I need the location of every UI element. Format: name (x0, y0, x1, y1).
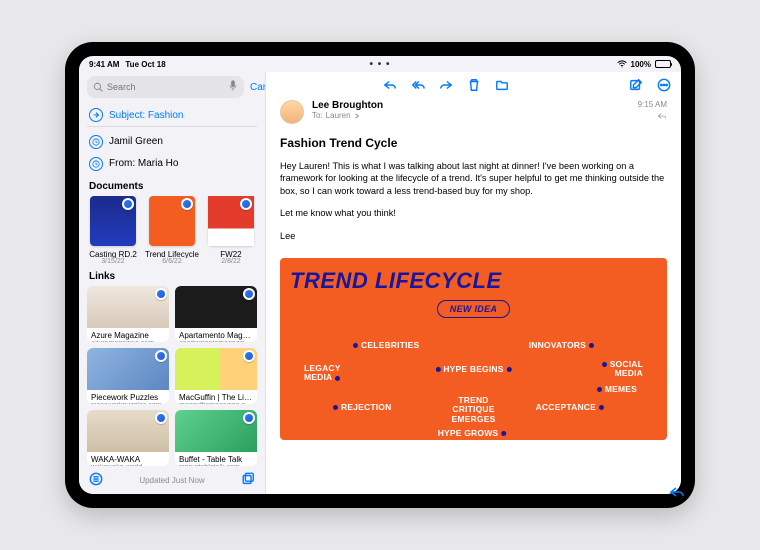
clock-icon (89, 157, 103, 171)
app-badge-icon (155, 288, 167, 300)
flowchart-chip: NEW IDEA (437, 300, 510, 318)
recipients-row[interactable]: To: Lauren (312, 111, 630, 120)
search-suggestion-person[interactable]: Jamil Green (87, 131, 257, 153)
move-folder-icon[interactable] (495, 78, 509, 92)
search-suggestion-from[interactable]: From: Maria Ho (87, 153, 257, 175)
app-badge-icon (155, 350, 167, 362)
filter-label: Jamil Green (109, 136, 163, 147)
app-badge-icon (243, 288, 255, 300)
app-badge-icon (155, 412, 167, 424)
sender-name[interactable]: Lee Broughton (312, 100, 630, 111)
flowchart-node: LEGACY MEDIA (304, 364, 352, 383)
link-item[interactable]: Buffet - Table Talkpinourtabletalk.com (175, 410, 257, 466)
link-item[interactable]: Piecework Puzzlespieceworkpuzzles.com (87, 348, 169, 404)
multitask-dots-icon[interactable]: • • • (369, 59, 390, 70)
status-time: 9:41 AM (89, 60, 119, 69)
document-item[interactable]: Trend Lifecycle 6/6/22 (145, 196, 199, 265)
flowchart-node: MEMES (594, 384, 637, 394)
compose-button[interactable] (241, 472, 255, 488)
documents-section-title: Documents (89, 181, 257, 192)
flowchart-node: HYPE GROWS (438, 428, 510, 438)
document-item[interactable]: FW22 2/8/22 (205, 196, 257, 265)
search-icon (93, 82, 103, 92)
mail-main: Lee Broughton To: Lauren 9:15 AM Fashion… (265, 72, 681, 494)
document-item[interactable]: Casting RD.2 3/15/22 (87, 196, 139, 265)
more-icon[interactable] (657, 78, 671, 92)
battery-percent: 100% (631, 60, 651, 69)
mail-header: Lee Broughton To: Lauren 9:15 AM (266, 98, 681, 132)
arrow-in-circle-icon (89, 108, 103, 122)
flowchart-node: SOCIAL MEDIA (595, 360, 643, 379)
reply-button[interactable] (669, 484, 681, 494)
search-sidebar: Cancel Subject: Fashion Jamil Green From… (79, 72, 265, 494)
link-item[interactable]: MacGuffin | The Lif…macguffinmagazine.co… (175, 348, 257, 404)
updated-label: Updated Just Now (103, 476, 241, 485)
new-message-icon[interactable] (629, 78, 643, 92)
mail-toolbar (266, 72, 681, 98)
link-item[interactable]: Azure Magazineazuremagazine.com (87, 286, 169, 342)
search-field[interactable] (87, 76, 244, 98)
attachment-title: TREND LIFECYCLE (290, 268, 657, 294)
links-grid: Azure Magazineazuremagazine.com Apartame… (87, 286, 257, 466)
mail-body: Hey Lauren! This is what I was talking a… (266, 160, 681, 252)
filter-button[interactable] (89, 472, 103, 488)
reply-all-icon[interactable] (411, 78, 425, 92)
mail-subject: Fashion Trend Cycle (266, 132, 681, 160)
attachment-image[interactable]: TREND LIFECYCLE NEW IDEA CELEBRITIES INN… (280, 258, 667, 440)
wifi-icon (617, 60, 627, 68)
flowchart-node: REJECTION (330, 402, 391, 412)
filter-label: Subject: Fashion (109, 110, 184, 121)
screen: 9:41 AM Tue Oct 18 • • • 100% Cancel (79, 56, 681, 494)
sidebar-footer: Updated Just Now (87, 466, 257, 494)
link-item[interactable]: WAKA-WAKAwakawaka.world (87, 410, 169, 466)
reply-status-icon (657, 111, 667, 121)
mail-paragraph: Let me know what you think! (280, 207, 667, 219)
search-input[interactable] (107, 82, 224, 92)
search-filter-subject[interactable]: Subject: Fashion (87, 104, 257, 126)
app-badge-icon (240, 198, 252, 210)
status-date: Tue Oct 18 (125, 60, 165, 69)
flowchart-node: TREND CRITIQUE EMERGES (439, 396, 509, 424)
mail-signature: Lee (280, 230, 667, 242)
app-badge-icon (181, 198, 193, 210)
app-badge-icon (243, 412, 255, 424)
forward-icon[interactable] (439, 78, 453, 92)
trash-icon[interactable] (467, 78, 481, 92)
dictate-icon[interactable] (228, 80, 238, 94)
battery-icon (655, 60, 671, 68)
flowchart-node: ACCEPTANCE (536, 402, 607, 412)
flowchart-node: CELEBRITIES (350, 340, 419, 350)
flowchart-node: HYPE BEGINS (432, 364, 514, 374)
mail-time: 9:15 AM (638, 100, 667, 109)
documents-row: Casting RD.2 3/15/22 Trend Lifecycle 6/6… (87, 196, 257, 265)
sender-avatar[interactable] (280, 100, 304, 124)
ipad-frame: 9:41 AM Tue Oct 18 • • • 100% Cancel (65, 42, 695, 508)
flowchart-node: INNOVATORS (529, 340, 597, 350)
link-item[interactable]: Apartamento Maga…apartamentomagazine.com (175, 286, 257, 342)
reply-icon[interactable] (383, 78, 397, 92)
app-badge-icon (122, 198, 134, 210)
links-section-title: Links (89, 271, 257, 282)
chevron-right-icon (354, 113, 360, 119)
status-bar: 9:41 AM Tue Oct 18 • • • 100% (79, 56, 681, 72)
clock-icon (89, 135, 103, 149)
filter-label: From: Maria Ho (109, 158, 178, 169)
app-badge-icon (243, 350, 255, 362)
app-body: Cancel Subject: Fashion Jamil Green From… (79, 72, 681, 494)
mail-paragraph: Hey Lauren! This is what I was talking a… (280, 160, 667, 197)
